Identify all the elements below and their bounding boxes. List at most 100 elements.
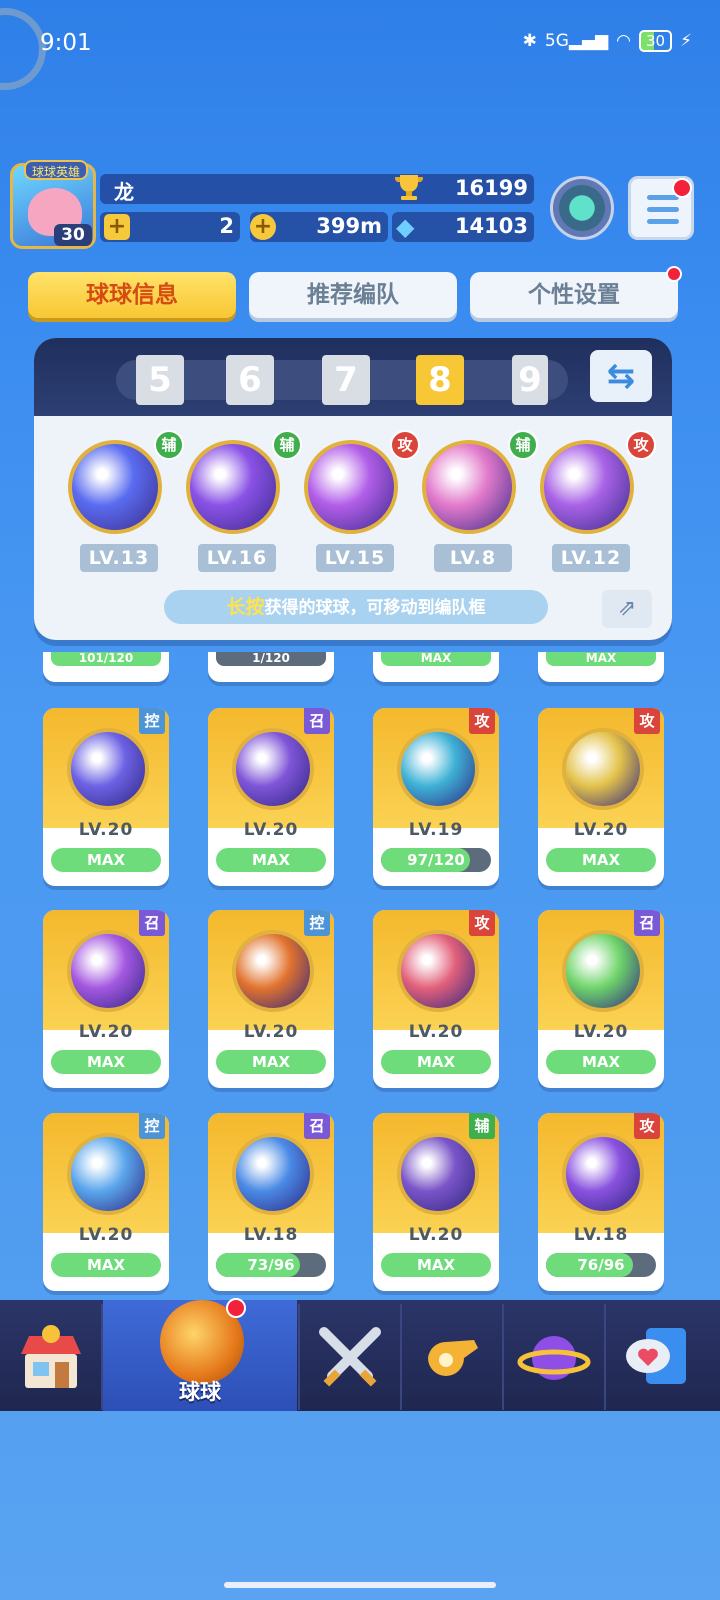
ball-progress: 73/96 bbox=[216, 1253, 326, 1277]
tab-ball-info[interactable]: 球球信息 bbox=[28, 272, 236, 318]
nav-item-whistle[interactable] bbox=[402, 1304, 502, 1410]
ball-progress: MAX bbox=[51, 848, 161, 872]
tab-personal-settings[interactable]: 个性设置 bbox=[470, 272, 678, 318]
add-ticket-icon[interactable]: + bbox=[104, 214, 130, 240]
team-member-ball[interactable] bbox=[68, 440, 162, 534]
whistle-icon bbox=[428, 1340, 478, 1376]
ticket-bar[interactable]: + 2 bbox=[100, 212, 240, 242]
status-icons: ✱ 5G▂▄▆ ◠ 30 ⚡ bbox=[523, 30, 692, 52]
team-member-level: LV.15 bbox=[316, 544, 394, 572]
ball-progress: 76/96 bbox=[546, 1253, 656, 1277]
ball-progress: MAX bbox=[51, 1050, 161, 1074]
ghost-icon bbox=[232, 728, 314, 810]
nav-item-chat[interactable] bbox=[606, 1304, 706, 1410]
ball-progress: MAX bbox=[381, 1050, 491, 1074]
ball-level: LV.20 bbox=[408, 1225, 464, 1245]
skull-icon bbox=[397, 1133, 479, 1215]
monkey-face-icon bbox=[232, 930, 314, 1012]
ball-progress: MAX bbox=[546, 1050, 656, 1074]
team-member-ball[interactable] bbox=[540, 440, 634, 534]
ball-card[interactable]: 攻 LV.19 97/120 bbox=[373, 708, 499, 886]
battery-icon: 30 bbox=[638, 30, 673, 52]
ball-type-badge: 召 bbox=[304, 1113, 330, 1139]
ball-card[interactable]: 辅 LV.20 MAX bbox=[373, 1113, 499, 1291]
infinity-star-icon bbox=[322, 458, 380, 516]
ice-spikes-icon bbox=[232, 1133, 314, 1215]
ball-card[interactable]: 控 LV.20 MAX bbox=[43, 1113, 169, 1291]
hexagram-icon bbox=[562, 930, 644, 1012]
ball-progress: 97/120 bbox=[381, 848, 491, 872]
ball-level: LV.20 bbox=[408, 1022, 464, 1042]
ball-card-partial[interactable]: 1/120 bbox=[208, 652, 334, 682]
swap-icon[interactable]: ⇆ bbox=[590, 350, 652, 402]
ball-card[interactable]: 控 LV.20 MAX bbox=[43, 708, 169, 886]
hexagon-shield-icon bbox=[86, 458, 144, 516]
ball-type-badge: 召 bbox=[634, 910, 660, 936]
team-slot-9[interactable]: 9 bbox=[512, 355, 548, 405]
share-icon[interactable]: ⇗ bbox=[602, 590, 652, 628]
ball-progress: 101/120 bbox=[51, 652, 161, 666]
rocket-icon bbox=[558, 458, 616, 516]
fist-icon bbox=[397, 930, 479, 1012]
ball-card[interactable]: 攻 LV.20 MAX bbox=[373, 910, 499, 1088]
team-member-ball[interactable] bbox=[304, 440, 398, 534]
lightning-card-icon bbox=[204, 458, 262, 516]
ball-progress: MAX bbox=[216, 848, 326, 872]
team-slot-6[interactable]: 6 bbox=[226, 355, 274, 405]
ball-card[interactable]: 控 LV.20 MAX bbox=[208, 910, 334, 1088]
team-member-ball[interactable] bbox=[186, 440, 280, 534]
snowflake-icon bbox=[67, 1133, 149, 1215]
nav-item-planet[interactable] bbox=[504, 1304, 604, 1410]
nav-item-shop[interactable] bbox=[1, 1304, 101, 1410]
nav-label-ball: 球球 bbox=[179, 1380, 221, 1404]
player-name: 龙 bbox=[114, 180, 134, 204]
ball-progress: 1/120 bbox=[216, 652, 326, 666]
ticket-count: 2 bbox=[219, 214, 234, 238]
ball-card[interactable]: 攻 LV.20 MAX bbox=[538, 708, 664, 886]
crescent-moon-icon bbox=[562, 1133, 644, 1215]
wifi-icon: ◠ bbox=[616, 31, 631, 51]
team-slot-8[interactable]: 8 bbox=[416, 355, 464, 405]
ball-card[interactable]: 召 LV.20 MAX bbox=[538, 910, 664, 1088]
tornado-icon bbox=[397, 728, 479, 810]
status-time: 9:01 bbox=[40, 30, 92, 56]
ball-progress: MAX bbox=[381, 652, 491, 666]
ball-level: LV.18 bbox=[243, 1225, 299, 1245]
gem-bar[interactable]: ◆ 14103 bbox=[392, 212, 534, 242]
ball-type-badge: 攻 bbox=[469, 910, 495, 936]
ball-card[interactable]: 攻 LV.18 76/96 bbox=[538, 1113, 664, 1291]
add-coin-icon[interactable]: + bbox=[250, 214, 276, 240]
ball-type-badge: 召 bbox=[304, 708, 330, 734]
trophy-count: 16199 bbox=[454, 176, 528, 200]
ball-card-partial[interactable]: MAX bbox=[373, 652, 499, 682]
coin-bar[interactable]: + 399m bbox=[250, 212, 388, 242]
ball-type-badge: 攻 bbox=[469, 708, 495, 734]
trophy-icon bbox=[395, 175, 423, 200]
heart-orbit-icon bbox=[67, 930, 149, 1012]
add-gem-icon[interactable]: ◆ bbox=[396, 214, 424, 240]
ball-progress: MAX bbox=[546, 652, 656, 666]
long-press-tip: 长按获得的球球，可移动到编队框 bbox=[164, 590, 548, 624]
team-member-type-badge: 辅 bbox=[154, 430, 184, 460]
rank-badge-icon[interactable] bbox=[550, 176, 614, 240]
coin-count: 399m bbox=[316, 214, 382, 238]
ball-level: LV.18 bbox=[573, 1225, 629, 1245]
ball-card-partial[interactable]: MAX bbox=[538, 652, 664, 682]
ball-card[interactable]: 召 LV.20 MAX bbox=[43, 910, 169, 1088]
tip-highlight: 长按 bbox=[226, 596, 265, 618]
ball-card-partial[interactable]: 101/120 bbox=[43, 652, 169, 682]
tab-recommended-team[interactable]: 推荐编队 bbox=[249, 272, 457, 318]
player-level: 30 bbox=[54, 224, 92, 246]
ball-card[interactable]: 召 LV.20 MAX bbox=[208, 708, 334, 886]
nav-item-battle[interactable] bbox=[300, 1304, 400, 1410]
signal-icon: 5G▂▄▆ bbox=[544, 31, 609, 51]
ball-type-badge: 辅 bbox=[469, 1113, 495, 1139]
team-slot-7[interactable]: 7 bbox=[322, 355, 370, 405]
team-member-ball[interactable] bbox=[422, 440, 516, 534]
team-member-level: LV.13 bbox=[80, 544, 158, 572]
team-member-level: LV.8 bbox=[434, 544, 512, 572]
team-slot-5[interactable]: 5 bbox=[136, 355, 184, 405]
home-indicator[interactable] bbox=[224, 1582, 496, 1588]
ball-card[interactable]: 召 LV.18 73/96 bbox=[208, 1113, 334, 1291]
ball-type-badge: 控 bbox=[139, 1113, 165, 1139]
